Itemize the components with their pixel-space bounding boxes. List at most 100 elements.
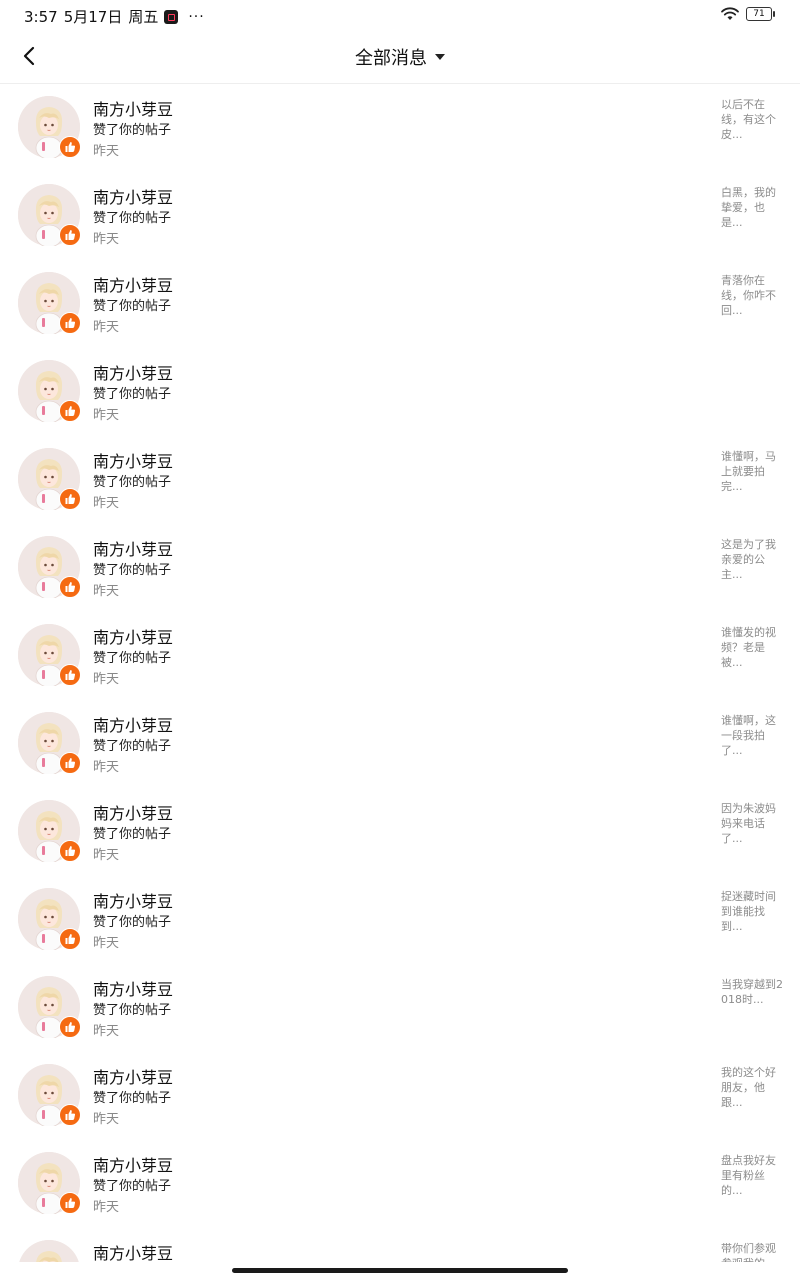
user-name[interactable]: 南方小芽豆 [93, 976, 173, 1000]
avatar[interactable] [18, 1240, 80, 1262]
status-time: 3:57 [24, 7, 58, 26]
action-text: 赞了你的帖子 [93, 651, 172, 666]
post-preview[interactable]: 因为朱波妈妈来电话了... [721, 801, 785, 846]
action-text: 赞了你的帖子 [93, 299, 172, 314]
user-name[interactable]: 南方小芽豆 [93, 448, 173, 472]
notification-list[interactable]: 南方小芽豆 赞了你的帖子 昨天 以后不在线，有这个皮... 南方小芽豆 赞了你的帖子 昨天白… [0, 84, 800, 1262]
user-name[interactable]: 南方小芽豆 [93, 1152, 173, 1176]
user-name[interactable]: 南方小芽豆 [93, 888, 173, 912]
user-name[interactable]: 南方小芽豆 [93, 536, 173, 560]
status-bar: 3:57 5月17日 周五 ··· 71 [0, 0, 800, 30]
like-badge-icon [59, 136, 81, 158]
action-text: 赞了你的帖子 [93, 123, 172, 138]
avatar[interactable] [18, 712, 81, 776]
post-preview[interactable]: 盘点我好友里有粉丝的... [721, 1153, 785, 1198]
timestamp: 昨天 [93, 584, 120, 599]
like-badge-icon [59, 224, 81, 246]
notification-item[interactable]: 南方小芽豆 赞了你的帖子 昨天 捉迷藏时间到谁能找到... [0, 876, 800, 964]
notification-item[interactable]: 南方小芽豆赞了你的帖子 昨天 青落你在线，你咋不回... [0, 260, 800, 348]
post-preview[interactable]: 当我穿越到2018时... [721, 977, 785, 1007]
user-name[interactable]: 南方小芽豆 [93, 184, 173, 208]
timestamp: 昨天 [93, 408, 120, 423]
like-badge-icon [59, 840, 81, 862]
notification-item[interactable]: 南方小芽豆赞了你的帖子 昨天 盘点我好友里有粉丝的... [0, 1140, 800, 1228]
post-preview[interactable]: 白黑，我的挚爱，也是... [721, 185, 785, 230]
action-text: 赞了你的帖子 [93, 1003, 172, 1018]
timestamp: 昨天 [93, 1024, 120, 1039]
like-badge-icon [59, 1104, 81, 1126]
action-text: 赞了你的帖子 [93, 915, 172, 930]
action-text: 赞了你的帖子 [93, 475, 172, 490]
avatar[interactable] [18, 1064, 81, 1128]
avatar[interactable] [18, 536, 81, 600]
timestamp: 昨天 [93, 320, 120, 335]
action-text: 赞了你的帖子 [93, 211, 172, 226]
post-preview[interactable]: 带你们参观参观我的... [721, 1241, 785, 1262]
action-text: 赞了你的帖子 [93, 563, 172, 578]
avatar[interactable] [18, 624, 81, 688]
like-badge-icon [59, 1016, 81, 1038]
notification-item[interactable]: 南方小芽豆赞了你的帖子 昨天 白黑，我的挚爱，也是... [0, 172, 800, 260]
notification-item[interactable]: 南方小芽豆赞了你的帖子 昨天 当我穿越到2018时... [0, 964, 800, 1052]
post-preview[interactable]: 我的这个好朋友，他跟... [721, 1065, 785, 1110]
avatar[interactable] [18, 976, 81, 1040]
status-right: 71 [720, 6, 775, 22]
user-name[interactable]: 南方小芽豆 [93, 1064, 173, 1088]
post-preview[interactable]: 这是为了我亲爱的公主... [721, 537, 785, 582]
status-left: 3:57 5月17日 周五 ··· [24, 6, 205, 27]
action-text: 赞了你的帖子 [93, 387, 172, 402]
like-badge-icon [59, 576, 81, 598]
avatar[interactable] [18, 888, 81, 952]
action-text: 赞了你的帖子 [93, 739, 172, 754]
post-preview[interactable]: 青落你在线，你咋不回... [721, 273, 785, 318]
avatar[interactable] [18, 448, 81, 512]
avatar[interactable] [18, 800, 81, 864]
notification-item[interactable]: 南方小芽豆 赞了你的帖子 昨天 以后不在线，有这个皮... [0, 84, 800, 172]
post-preview[interactable]: 以后不在线，有这个皮... [721, 97, 785, 142]
action-text: 赞了你的帖子 [93, 1179, 172, 1194]
notification-item[interactable]: 南方小芽豆赞了你的帖子 昨天 谁懂啊，马上就要拍完... [0, 436, 800, 524]
avatar[interactable] [18, 1152, 81, 1216]
notification-item[interactable]: 南方小芽豆赞了你的帖子 昨天 因为朱波妈妈来电话了... [0, 788, 800, 876]
avatar[interactable] [18, 272, 81, 336]
user-name[interactable]: 南方小芽豆 [93, 272, 173, 296]
timestamp: 昨天 [93, 1200, 120, 1215]
timestamp: 昨天 [93, 760, 120, 775]
notification-item[interactable]: 南方小芽豆赞了你的帖子 昨天 我的这个好朋友，他跟... [0, 1052, 800, 1140]
caret-down-icon [435, 54, 445, 60]
post-preview[interactable]: 捉迷藏时间到谁能找到... [721, 889, 785, 934]
avatar[interactable] [18, 96, 81, 160]
status-date: 5月17日 [63, 8, 123, 26]
status-weekday: 周五 [128, 8, 159, 26]
user-name[interactable]: 南方小芽豆 [93, 624, 173, 648]
notification-item[interactable]: 南方小芽豆赞了你的帖子 昨天 谁懂发的视频？老是被... [0, 612, 800, 700]
message-filter-dropdown[interactable]: 全部消息 [0, 44, 800, 70]
notification-item[interactable]: 南方小芽豆赞了你的帖子 昨天 [0, 348, 800, 436]
post-preview[interactable]: 谁懂啊，马上就要拍完... [721, 449, 785, 494]
battery-icon: 71 [746, 7, 775, 21]
timestamp: 昨天 [93, 672, 120, 687]
user-name[interactable]: 南方小芽豆 [93, 800, 173, 824]
page-title: 全部消息 [355, 48, 427, 69]
notification-item[interactable]: 南方小芽豆赞了你的帖子昨天带你们参观参观我的... [0, 1228, 800, 1262]
timestamp: 昨天 [93, 232, 120, 247]
user-name[interactable]: 南方小芽豆 [93, 96, 173, 120]
timestamp: 昨天 [93, 496, 120, 511]
action-text: 赞了你的帖子 [93, 1091, 172, 1106]
action-text: 赞了你的帖子 [93, 827, 172, 842]
user-name[interactable]: 南方小芽豆 [93, 360, 173, 384]
notification-item[interactable]: 南方小芽豆赞了你的帖子 昨天 这是为了我亲爱的公主... [0, 524, 800, 612]
user-name[interactable]: 南方小芽豆 [93, 1240, 173, 1262]
timestamp: 昨天 [93, 1112, 120, 1127]
user-name[interactable]: 南方小芽豆 [93, 712, 173, 736]
avatar[interactable] [18, 360, 81, 424]
like-badge-icon [59, 1192, 81, 1214]
post-preview[interactable]: 谁懂啊，这一段我拍了... [721, 713, 785, 758]
timestamp: 昨天 [93, 848, 120, 863]
home-indicator[interactable] [232, 1268, 568, 1273]
notification-item[interactable]: 南方小芽豆赞了你的帖子 昨天 谁懂啊，这一段我拍了... [0, 700, 800, 788]
like-badge-icon [59, 752, 81, 774]
post-preview[interactable]: 谁懂发的视频？老是被... [721, 625, 785, 670]
avatar[interactable] [18, 184, 81, 248]
wifi-icon [721, 7, 739, 20]
